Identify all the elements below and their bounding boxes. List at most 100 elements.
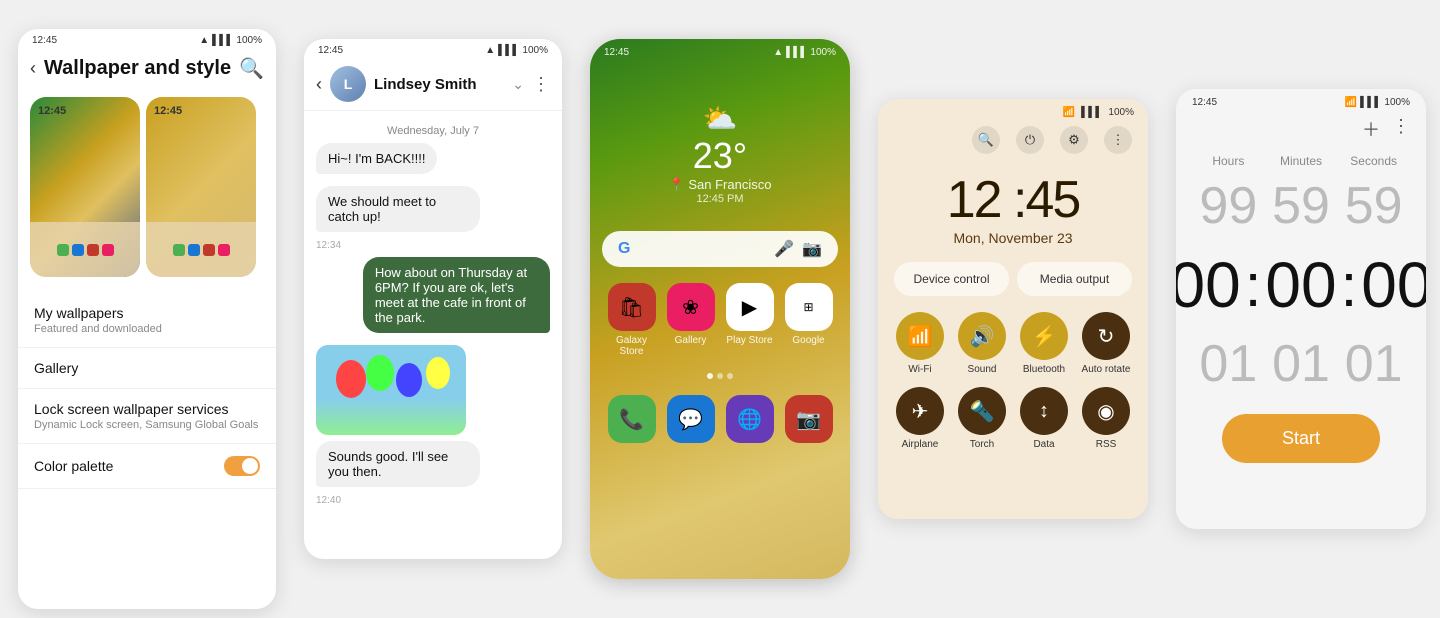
wallpaper-thumb-1[interactable]: 12:45 xyxy=(30,97,140,277)
battery-icon: 100% xyxy=(236,35,262,46)
panel1-time: 12:45 xyxy=(32,35,57,46)
lock-clock: 12 :45 xyxy=(878,162,1148,230)
list-item-color-palette[interactable]: Color palette xyxy=(18,444,276,489)
timer-labels: Hours Minutes Seconds xyxy=(1176,150,1426,172)
torch-toggle[interactable]: 🔦 Torch xyxy=(956,387,1008,450)
airplane-icon: ✈ xyxy=(896,387,944,435)
more-options-icon[interactable]: ⋮ xyxy=(1392,116,1410,142)
home-screen-panel: 12:45 ▲ ▌▌▌ 100% ⛅ 23° 📍 San Francisco 1… xyxy=(590,39,850,579)
list-item-lock-screen[interactable]: Lock screen wallpaper services Dynamic L… xyxy=(18,389,276,444)
gallery-icon: ❀ xyxy=(667,283,715,331)
add-icon[interactable]: ＋ xyxy=(1362,116,1380,142)
weather-time: 12:45 PM xyxy=(590,193,850,205)
toggle-label: Data xyxy=(1033,439,1054,450)
hours-current: 00 xyxy=(1176,248,1241,322)
thumb-app-icon xyxy=(188,244,200,256)
panel1-list: My wallpapers Featured and downloaded Ga… xyxy=(18,285,276,497)
start-button[interactable]: Start xyxy=(1222,414,1380,463)
seconds-label: Seconds xyxy=(1337,154,1410,168)
dock-camera[interactable]: 📷 xyxy=(783,395,834,443)
panel1-status-icons: ▲ ▌▌▌ 100% xyxy=(199,35,262,46)
data-toggle[interactable]: ↕ Data xyxy=(1018,387,1070,450)
google-icon: ⊞ xyxy=(785,283,833,331)
search-bar[interactable]: G 🎤 📷 xyxy=(602,231,838,267)
camera-icon: 📷 xyxy=(785,395,833,443)
app-label: Play Store xyxy=(726,335,772,346)
colon-1: : xyxy=(1245,251,1262,320)
color-palette-toggle[interactable] xyxy=(224,456,260,476)
message-row-3: How about on Thursday at 6PM? If you are… xyxy=(316,257,550,339)
settings-icon[interactable]: ⚙ xyxy=(1060,126,1088,154)
location-icon: 📍 xyxy=(669,177,685,192)
app-galaxy-store[interactable]: 🛍 Galaxy Store xyxy=(606,283,657,357)
app-label: Google xyxy=(792,335,824,346)
list-item-my-wallpapers[interactable]: My wallpapers Featured and downloaded xyxy=(18,293,276,348)
app-play-store[interactable]: ▶ Play Store xyxy=(724,283,775,357)
dock-messages[interactable]: 💬 xyxy=(665,395,716,443)
hours-top: 99 xyxy=(1192,180,1265,232)
media-output-button[interactable]: Media output xyxy=(1017,262,1132,296)
panel2-status-icons: ▲ ▌▌▌ 100% xyxy=(485,45,548,56)
bluetooth-toggle[interactable]: ⚡ Bluetooth xyxy=(1018,312,1070,375)
search-icon[interactable]: 🔍 xyxy=(972,126,1000,154)
colon-2: : xyxy=(1341,251,1358,320)
rss-toggle[interactable]: ◉ RSS xyxy=(1080,387,1132,450)
weather-widget: ⛅ 23° 📍 San Francisco 12:45 PM xyxy=(590,62,850,215)
dock-internet[interactable]: 🌐 xyxy=(724,395,775,443)
weather-city: 📍 San Francisco xyxy=(590,177,850,193)
app-gallery[interactable]: ❀ Gallery xyxy=(665,283,716,357)
image-attachment xyxy=(316,345,466,435)
page-dot xyxy=(707,373,713,379)
device-control-button[interactable]: Device control xyxy=(894,262,1009,296)
back-icon[interactable]: ‹ xyxy=(316,74,322,95)
more-options-icon[interactable]: ⋮ xyxy=(1104,126,1132,154)
hours-label: Hours xyxy=(1192,154,1265,168)
message-row-1: Hi~! I'm BACK!!!! xyxy=(316,143,550,180)
messages-panel: 12:45 ▲ ▌▌▌ 100% ‹ L Lindsey Smith ⌄ ⋮ W… xyxy=(304,39,562,559)
app-label: Gallery xyxy=(675,335,707,346)
toggle-label: Bluetooth xyxy=(1023,364,1065,375)
list-item-gallery[interactable]: Gallery xyxy=(18,348,276,389)
back-icon[interactable]: ‹ xyxy=(30,58,36,79)
airplane-toggle[interactable]: ✈ Airplane xyxy=(894,387,946,450)
search-icon[interactable]: 🔍 xyxy=(239,56,264,81)
data-icon: ↕ xyxy=(1020,387,1068,435)
panel3-time: 12:45 xyxy=(604,47,629,58)
app-grid: 🛍 Galaxy Store ❀ Gallery ▶ Play Store ⊞ … xyxy=(590,275,850,365)
page-title: Wallpaper and style xyxy=(44,57,231,80)
signal-icon: ▌▌▌ xyxy=(786,47,807,58)
message-time: 12:40 xyxy=(316,495,341,506)
battery-icon: 100% xyxy=(810,47,836,58)
wallpaper-thumb-2[interactable]: 12:45 xyxy=(146,97,256,277)
sound-toggle[interactable]: 🔊 Sound xyxy=(956,312,1008,375)
dock-phone[interactable]: 📞 xyxy=(606,395,657,443)
toggle-label: Torch xyxy=(970,439,994,450)
lock-date: Mon, November 23 xyxy=(878,230,1148,262)
toggle-label: Auto rotate xyxy=(1082,364,1131,375)
message-row-4: Sounds good. I'll see you then. 12:40 xyxy=(316,345,550,506)
power-icon[interactable]: ⏻ xyxy=(1016,126,1044,154)
messages-icon: 💬 xyxy=(667,395,715,443)
app-label: Galaxy Store xyxy=(606,335,657,357)
panel5-statusbar: 12:45 📶 ▌▌▌ 100% xyxy=(1176,89,1426,112)
toggle-label: Airplane xyxy=(902,439,939,450)
auto-rotate-toggle[interactable]: ↻ Auto rotate xyxy=(1080,312,1132,375)
wifi-icon: 📶 xyxy=(896,312,944,360)
battery-icon: 100% xyxy=(1108,107,1134,118)
seconds-current: 00 xyxy=(1361,248,1426,322)
timer-top-values: 99 59 59 xyxy=(1176,172,1426,240)
panel2-time: 12:45 xyxy=(318,45,343,56)
camera-search-icon[interactable]: 📷 xyxy=(802,239,822,259)
more-options-icon[interactable]: ⋮ xyxy=(532,74,550,95)
thumb-app-icon xyxy=(72,244,84,256)
app-google[interactable]: ⊞ Google xyxy=(783,283,834,357)
wallpaper-previews: 12:45 12:45 xyxy=(18,89,276,285)
microphone-icon[interactable]: 🎤 xyxy=(774,239,794,259)
wifi-icon: 📶 xyxy=(1063,107,1075,118)
message-time: 12:34 xyxy=(316,240,341,251)
signal-icon: ▌▌▌ xyxy=(1081,107,1102,118)
quick-toggle-row1: 📶 Wi-Fi 🔊 Sound ⚡ Bluetooth ↻ Auto rotat… xyxy=(878,312,1148,387)
message-bubble: Hi~! I'm BACK!!!! xyxy=(316,143,437,174)
toggle-label: Sound xyxy=(968,364,997,375)
wifi-toggle[interactable]: 📶 Wi-Fi xyxy=(894,312,946,375)
